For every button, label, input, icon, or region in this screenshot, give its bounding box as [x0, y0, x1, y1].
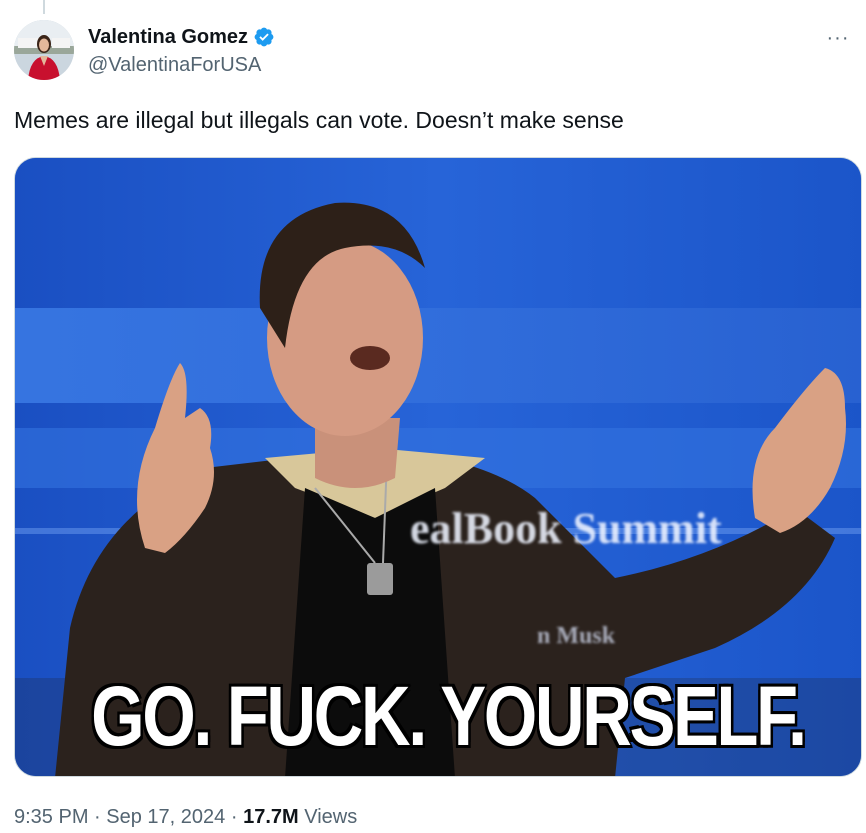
- verified-badge-icon: [253, 26, 275, 48]
- meta-separator: ·: [230, 806, 238, 828]
- more-options-icon[interactable]: ···: [824, 24, 852, 52]
- tweet-time[interactable]: 9:35 PM: [14, 806, 88, 828]
- display-name-text: Valentina Gomez: [88, 26, 249, 48]
- author-handle[interactable]: @ValentinaForUSA: [88, 52, 275, 78]
- thread-connector-line: [43, 0, 45, 14]
- author-names: Valentina Gomez @ValentinaForUSA: [88, 24, 275, 78]
- meta-separator: ·: [94, 806, 101, 828]
- avatar[interactable]: [14, 20, 74, 80]
- views-count: 17.7M: [243, 806, 299, 828]
- tweet-media-image[interactable]: ealBook Summit n Musk GO. FUCK. YOURSELF…: [14, 157, 862, 777]
- sign-subtext: n Musk: [537, 623, 616, 649]
- tweet-text: Memes are illegal but illegals can vote.…: [14, 107, 624, 133]
- avatar-image: [14, 20, 74, 80]
- tweet-header: Valentina Gomez @ValentinaForUSA ···: [14, 20, 854, 82]
- views-label: Views: [304, 806, 358, 828]
- meme-caption: GO. FUCK. YOURSELF.: [90, 669, 808, 764]
- tweet-meta: 9:35 PM · Sep 17, 2024 · 17.7M Views: [14, 804, 357, 830]
- author-display-name[interactable]: Valentina Gomez: [88, 24, 275, 50]
- tweet-date[interactable]: Sep 17, 2024: [106, 806, 225, 828]
- sign-text: ealBook Summit: [410, 504, 722, 553]
